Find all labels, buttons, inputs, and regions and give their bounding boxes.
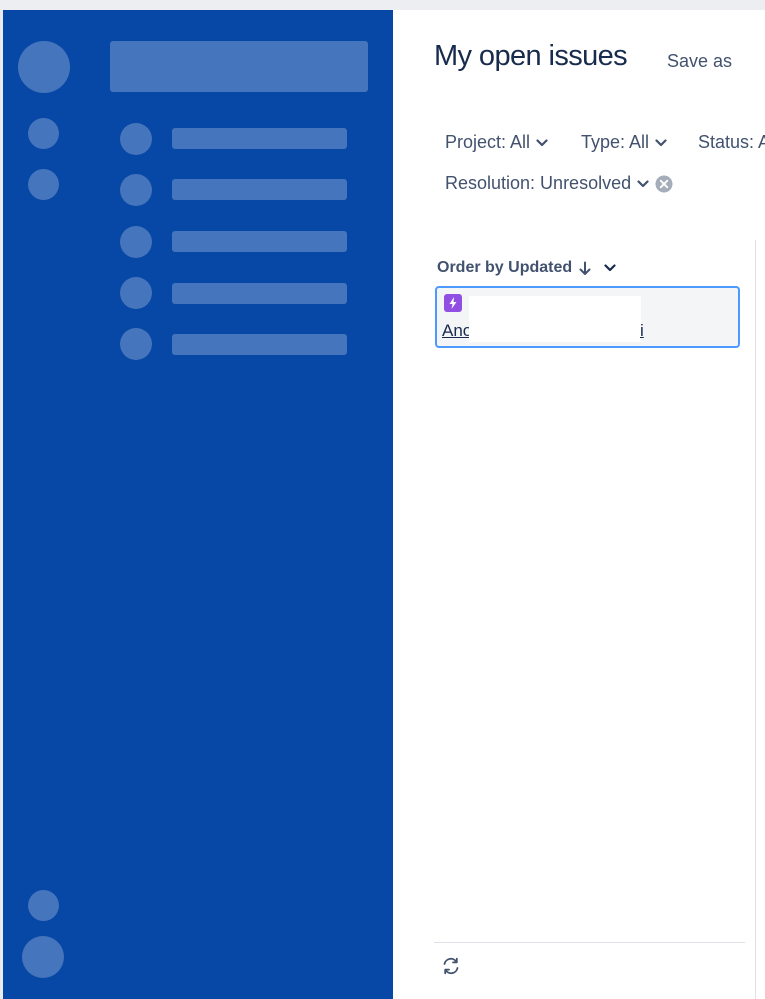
order-by-control[interactable]: Order by Updated — [437, 259, 616, 277]
nav-help-placeholder[interactable] — [28, 890, 59, 921]
resolution-filter-label: Resolution: Unresolved — [445, 173, 632, 193]
issue-type-icon — [444, 294, 462, 312]
type-filter[interactable]: Type: All — [581, 132, 667, 153]
nav-item-icon-placeholder — [120, 277, 152, 309]
nav-item-label-placeholder — [172, 128, 347, 149]
issue-card[interactable]: Ano i — [435, 286, 740, 348]
nav-item-label-placeholder — [172, 283, 347, 304]
page-title: My open issues — [434, 40, 628, 72]
type-filter-label: Type: All — [581, 132, 650, 152]
nav-item-icon-placeholder — [120, 174, 152, 206]
nav-avatar-placeholder[interactable] — [22, 936, 64, 978]
project-filter[interactable]: Project: All — [445, 132, 548, 153]
order-by-label: Order by Updated — [437, 259, 573, 276]
refresh-icon[interactable] — [441, 956, 461, 976]
chevron-down-icon[interactable] — [604, 264, 616, 272]
nav-item-icon-placeholder — [120, 123, 152, 155]
nav-item-label-placeholder — [172, 334, 347, 355]
chevron-down-icon — [536, 138, 548, 146]
redacted-area — [469, 296, 641, 342]
save-as-button[interactable]: Save as — [667, 51, 732, 72]
issues-panel: My open issues Save as Project: All Type… — [393, 10, 765, 999]
clear-filter-icon[interactable] — [655, 175, 673, 193]
nav-header-placeholder — [110, 41, 368, 92]
project-filter-label: Project: All — [445, 132, 531, 152]
panel-divider — [755, 240, 756, 999]
status-filter[interactable]: Status: A — [698, 132, 765, 153]
nav-item-label-placeholder — [172, 179, 347, 200]
nav-icon-placeholder-1[interactable] — [28, 118, 59, 149]
lightning-bolt-icon — [449, 297, 457, 309]
footer-divider — [434, 942, 745, 943]
arrow-down-icon[interactable] — [579, 261, 591, 276]
issue-summary-end[interactable]: i — [640, 321, 644, 341]
chevron-down-icon — [655, 138, 667, 146]
chevron-down-icon — [637, 179, 649, 187]
navigation-sidebar — [3, 10, 393, 999]
nav-item-icon-placeholder — [120, 328, 152, 360]
status-filter-label: Status: A — [698, 132, 765, 152]
nav-item-icon-placeholder — [120, 226, 152, 258]
nav-item-label-placeholder — [172, 231, 347, 252]
resolution-filter[interactable]: Resolution: Unresolved — [445, 173, 673, 194]
nav-icon-placeholder-2[interactable] — [28, 169, 59, 200]
issue-summary-start[interactable]: Ano — [442, 321, 472, 341]
nav-logo-placeholder[interactable] — [18, 41, 70, 93]
